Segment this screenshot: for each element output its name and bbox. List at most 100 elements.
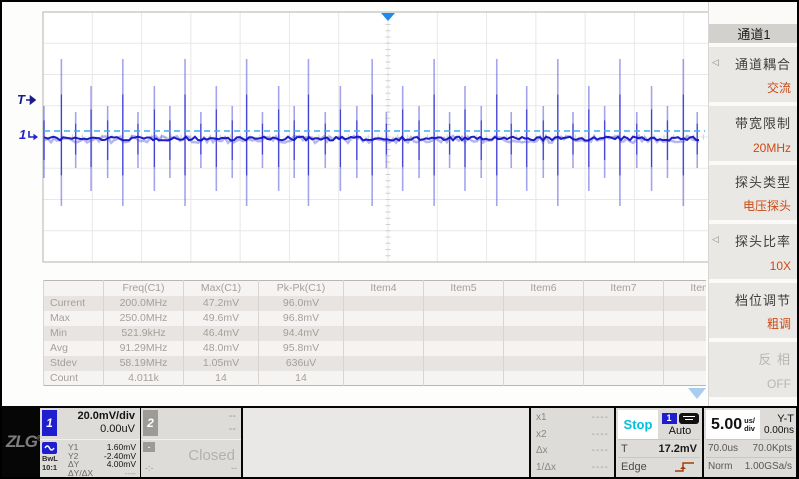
table-cell (504, 311, 584, 326)
channel2-volts-per-div: -- (158, 410, 239, 423)
table-cell (584, 311, 664, 326)
channel2-status: Closed (188, 447, 235, 464)
timebase-scale: 5.00 us/div (706, 410, 760, 439)
menu-item-4[interactable]: ◁探头比率10X (709, 224, 799, 279)
channel2-status-box[interactable]: 2 -- -- - Closed -:- -- (141, 408, 241, 477)
table-header-cell: Pk-Pk(C1) (259, 281, 344, 296)
table-corner-cell (44, 281, 104, 296)
measurement-table: Freq(C1)Max(C1)Pk-Pk(C1)Item4Item5Item6I… (43, 280, 706, 386)
table-cell: 250.0MHz (104, 311, 184, 326)
table-cell: 48.0mV (184, 341, 259, 356)
table-row-stdev: Stdev58.19MHz1.05mV636uV (44, 356, 707, 371)
display-mode: Y-T (777, 413, 794, 425)
table-cell (424, 326, 504, 341)
channel2-foot-left: -:- (145, 463, 154, 473)
menu-item-3[interactable]: 探头类型电压探头 (709, 165, 799, 220)
row-label: Min (44, 326, 104, 341)
sample-rate: 1.00GSa/s (745, 461, 792, 472)
table-cell (344, 371, 424, 386)
table-cell: 4.011k (104, 371, 184, 386)
menu-item-value: 粗调 (717, 315, 791, 332)
table-cell: 95.8mV (259, 341, 344, 356)
trigger-type: Edge (621, 461, 647, 473)
table-header-cell: Item5 (424, 281, 504, 296)
rising-edge-icon (673, 460, 697, 473)
row-label: Stdev (44, 356, 104, 371)
menu-item-label: 通道耦合 (717, 54, 791, 73)
trigger-level-label: T (621, 443, 628, 455)
table-cell (664, 371, 707, 386)
channel1-scale-row: 1 20.0mV/div 0.00uV (40, 408, 140, 438)
channel2-foot-right: -- (231, 463, 237, 473)
cursor-row: Δx---- (536, 445, 609, 456)
table-cell (584, 356, 664, 371)
menu-item-value: 20MHz (717, 141, 791, 155)
menu-item-label: 探头类型 (717, 172, 791, 191)
timebase-status-box[interactable]: 5.00 us/div Y-T 0.00ns 70.0us 70.0Kpts N… (704, 408, 796, 477)
table-cell (664, 311, 707, 326)
table-cell (344, 326, 424, 341)
menu-item-5[interactable]: 档位调节粗调 (709, 283, 799, 338)
table-cell (344, 356, 424, 371)
trigger-level-marker[interactable]: T (17, 92, 38, 107)
table-cell: 46.4mV (184, 326, 259, 341)
table-cell (344, 311, 424, 326)
channel1-badge: 1 (42, 410, 57, 436)
trigger-status-box[interactable]: Stop 1 Auto T 17.2mV Edge (616, 408, 702, 477)
oscilloscope-screen: T 1 Freq(C1)Max(C1)Pk-Pk(C1)Item4Item5It… (0, 0, 799, 479)
cursor-readout-box: x1---- x2---- Δx---- 1/Δx---- (531, 408, 614, 477)
channel1-level-marker[interactable]: 1 (19, 127, 39, 142)
table-cell (584, 296, 664, 311)
channel1-status-box[interactable]: 1 20.0mV/div 0.00uV BwL 10:1 Y11.60mVY2-… (40, 408, 140, 477)
left-arrow-icon: ◁ (712, 57, 719, 68)
table-cell (504, 371, 584, 386)
table-cell (424, 296, 504, 311)
table-header-cell: Freq(C1) (104, 281, 184, 296)
measurement-table-wrap: Freq(C1)Max(C1)Pk-Pk(C1)Item4Item5Item6I… (43, 280, 706, 394)
channel1-cursor-section: BwL 10:1 Y11.60mVY2-2.40mVΔY4.00mVΔY/ΔX-… (40, 439, 140, 475)
left-arrow-icon: ◁ (712, 234, 719, 245)
menu-item-label: 探头比率 (717, 231, 791, 250)
cursor-row: 1/Δx---- (536, 462, 609, 473)
menu-item-6[interactable]: 反 相OFF (709, 342, 799, 397)
waveform-plot (0, 0, 799, 275)
table-cell: 96.0mV (259, 296, 344, 311)
table-cell: 636uV (259, 356, 344, 371)
cursor-row: x1---- (536, 412, 609, 423)
acquire-mode: Norm (708, 461, 732, 472)
table-cell (424, 356, 504, 371)
table-cell (664, 326, 707, 341)
table-cell: 47.2mV (184, 296, 259, 311)
table-header-row: Freq(C1)Max(C1)Pk-Pk(C1)Item4Item5Item6I… (44, 281, 707, 296)
trigger-source-badge: 1 (662, 413, 677, 424)
table-cell (664, 356, 707, 371)
menu-item-value: 交流 (717, 79, 791, 96)
brand-logo: ZLG® (6, 432, 41, 452)
table-scroll-down-icon[interactable] (688, 388, 706, 399)
menu-item-2[interactable]: 带宽限制20MHz (709, 106, 799, 161)
menu-item-value: 电压探头 (717, 197, 791, 214)
table-cell: 91.29MHz (104, 341, 184, 356)
trigger-delay: 0.00ns (764, 425, 794, 436)
channel-marker-label: 1 (19, 127, 26, 142)
table-row-min: Min521.9kHz46.4mV94.4mV (44, 326, 707, 341)
cursor-row: x2---- (536, 429, 609, 440)
table-cell: 49.6mV (184, 311, 259, 326)
memory-depth: 70.0Kpts (753, 443, 792, 454)
table-cell (344, 341, 424, 356)
table-cell (344, 296, 424, 311)
acquisition-status: Stop (618, 410, 658, 439)
row-label: Current (44, 296, 104, 311)
table-cell (584, 326, 664, 341)
row-label: Count (44, 371, 104, 386)
menu-item-1[interactable]: ◁通道耦合交流 (709, 47, 799, 102)
channel2-offset: -- (158, 423, 239, 436)
table-cell (664, 341, 707, 356)
table-cell: 14 (184, 371, 259, 386)
table-row-count: Count4.011k1414 (44, 371, 707, 386)
table-header-cell: Item7 (584, 281, 664, 296)
channel1-volts-per-div: 20.0mV/div (57, 410, 138, 423)
table-cell: 1.05mV (184, 356, 259, 371)
table-cell (664, 296, 707, 311)
trigger-mode: Auto (669, 425, 692, 437)
